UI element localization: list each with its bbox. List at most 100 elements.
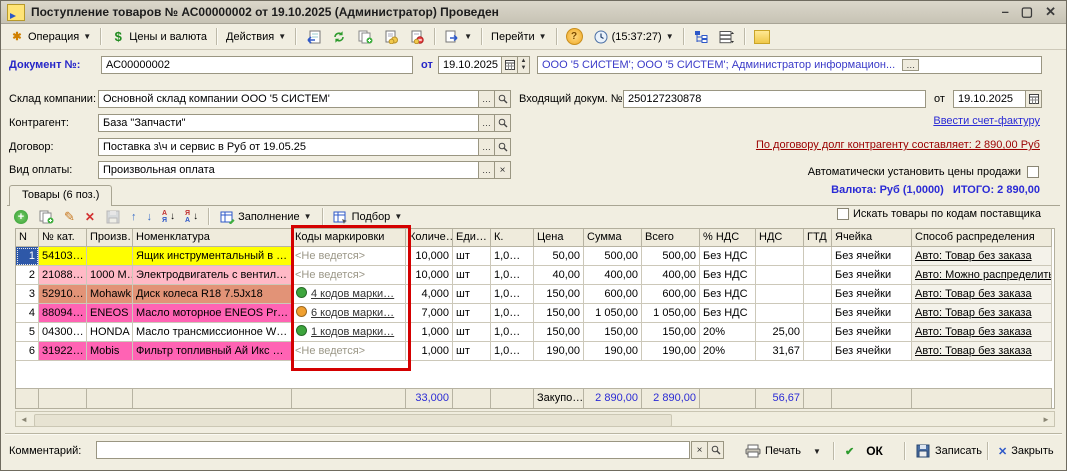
ok-button[interactable]: ✔ ОК (841, 441, 887, 461)
cell-n[interactable]: 6 (16, 342, 39, 361)
table-row[interactable]: 488094…ENEOSМасло моторное ENEOS Pr…6 ко… (16, 304, 1054, 323)
cell-cell[interactable]: Без ячейки (832, 304, 912, 323)
cell-cat[interactable]: 04300… (39, 323, 87, 342)
organization-input[interactable]: ООО '5 СИСТЕМ'; ООО '5 СИСТЕМ'; Админист… (537, 56, 1042, 74)
column-header-name[interactable]: Номенклатура (133, 229, 292, 247)
structure-button[interactable] (689, 27, 713, 47)
distribution-method-link[interactable]: Авто: Можно распределить (912, 266, 1052, 285)
cell-gtd[interactable] (804, 304, 832, 323)
add-row-button[interactable]: + (11, 209, 31, 225)
goto-menu-button[interactable]: Перейти▼ (487, 29, 551, 45)
cell-vat_rate[interactable]: 20% (700, 342, 756, 361)
column-header-gtd[interactable]: ГТД (804, 229, 832, 247)
cell-name[interactable]: Масло трансмиссионное W… (133, 323, 292, 342)
column-header-sum[interactable]: Сумма (584, 229, 642, 247)
payment-select-button[interactable]: … (478, 161, 495, 179)
cell-marking[interactable]: 1 кодов марки… (292, 323, 406, 342)
cell-marking[interactable]: 6 кодов марки… (292, 304, 406, 323)
distribution-method-link[interactable]: Авто: Товар без заказа (912, 342, 1052, 361)
cell-gtd[interactable] (804, 285, 832, 304)
scrollbar-thumb[interactable] (34, 414, 672, 427)
tab-goods[interactable]: Товары (6 поз.) (9, 185, 112, 206)
cell-n[interactable]: 1 (16, 247, 39, 266)
cell-manuf[interactable]: Mobis (87, 342, 133, 361)
cell-k[interactable]: 1,0… (491, 247, 534, 266)
doc-date-input[interactable]: 19.10.2025 (438, 56, 502, 74)
cell-name[interactable]: Электродвигатель с вентил… (133, 266, 292, 285)
contract-select-button[interactable]: … (478, 138, 495, 156)
cell-qty[interactable]: 1,000 (406, 342, 453, 361)
cell-manuf[interactable]: HONDA (87, 323, 133, 342)
table-row[interactable]: 504300…HONDAМасло трансмиссионное W…1 ко… (16, 323, 1054, 342)
cell-cell[interactable]: Без ячейки (832, 247, 912, 266)
counterparty-select-button[interactable]: … (478, 114, 495, 132)
cell-n[interactable]: 3 (16, 285, 39, 304)
organization-select-button[interactable]: … (902, 59, 919, 71)
cell-total[interactable]: 1 050,00 (642, 304, 700, 323)
table-horizontal-scrollbar[interactable]: ◄ ► (15, 411, 1055, 427)
pick-menu-button[interactable]: Подбор▼ (330, 208, 406, 226)
cell-cat[interactable]: 52910… (39, 285, 87, 304)
minimize-button[interactable]: – (1002, 4, 1009, 20)
cell-total[interactable]: 190,00 (642, 342, 700, 361)
incoming-date-input[interactable]: 19.10.2025 (953, 90, 1026, 108)
actions-menu-button[interactable]: Действия▼ (222, 29, 290, 45)
time-button[interactable]: (15:37:27)▼ (589, 27, 678, 47)
column-header-k[interactable]: К. (491, 229, 534, 247)
cell-name[interactable]: Диск колеса R18 7.5Jx18 (133, 285, 292, 304)
cell-sum[interactable]: 190,00 (584, 342, 642, 361)
cell-qty[interactable]: 10,000 (406, 247, 453, 266)
cell-vat[interactable] (756, 304, 804, 323)
column-header-qty[interactable]: Количе… (406, 229, 453, 247)
cell-total[interactable]: 150,00 (642, 323, 700, 342)
column-header-price[interactable]: Цена (534, 229, 584, 247)
cell-marking[interactable]: 4 кодов марки… (292, 285, 406, 304)
cell-vat[interactable] (756, 247, 804, 266)
cell-n[interactable]: 4 (16, 304, 39, 323)
contract-debt-link[interactable]: По договору долг контрагенту составляет:… (756, 139, 1040, 151)
end-edit-button[interactable] (102, 208, 124, 226)
close-window-button[interactable]: ✕ Закрыть (994, 441, 1058, 461)
counterparty-input[interactable]: База "Запчасти" (98, 114, 479, 132)
remember-values-button[interactable] (301, 27, 325, 47)
cell-gtd[interactable] (804, 266, 832, 285)
print-button[interactable]: Печать▼ (741, 441, 825, 461)
move-up-button[interactable]: ↑ (128, 210, 140, 224)
cell-manuf[interactable] (87, 247, 133, 266)
cell-k[interactable]: 1,0… (491, 266, 534, 285)
help-button[interactable]: ? (562, 26, 587, 47)
cell-name[interactable]: Ящик инструментальный в … (133, 247, 292, 266)
cell-unit[interactable]: шт (453, 285, 491, 304)
cell-sum[interactable]: 400,00 (584, 266, 642, 285)
cell-n[interactable]: 2 (16, 266, 39, 285)
cell-cat[interactable]: 54103… (39, 247, 87, 266)
cell-vat_rate[interactable]: Без НДС (700, 247, 756, 266)
marking-codes-link[interactable]: 4 кодов марки… (311, 288, 394, 300)
cell-manuf[interactable]: Mohawk (87, 285, 133, 304)
cell-total[interactable]: 500,00 (642, 247, 700, 266)
cell-price[interactable]: 50,00 (534, 247, 584, 266)
cell-price[interactable]: 150,00 (534, 304, 584, 323)
scroll-right-arrow[interactable]: ► (1038, 415, 1054, 424)
notes-button[interactable] (750, 28, 774, 46)
unpost-document-button[interactable] (405, 27, 429, 47)
column-header-vat_rate[interactable]: % НДС (700, 229, 756, 247)
table-row[interactable]: 631922…MobisФильтр топливный Ай Икс …<Не… (16, 342, 1054, 361)
cell-manuf[interactable]: 1000 М… (87, 266, 133, 285)
cell-qty[interactable]: 10,000 (406, 266, 453, 285)
comment-open-button[interactable] (707, 441, 724, 459)
operation-menu-button[interactable]: ✱ Операция▼ (5, 27, 95, 47)
doc-date-calendar-button[interactable] (501, 56, 518, 74)
cell-cat[interactable]: 88094… (39, 304, 87, 323)
maximize-button[interactable]: ▢ (1021, 4, 1033, 20)
sort-desc-button[interactable]: ЯА ↓ (182, 209, 201, 225)
delete-row-button[interactable]: ✕ (82, 209, 98, 225)
cell-gtd[interactable] (804, 323, 832, 342)
cell-vat_rate[interactable]: Без НДС (700, 304, 756, 323)
cell-sum[interactable]: 150,00 (584, 323, 642, 342)
cell-gtd[interactable] (804, 247, 832, 266)
cell-vat[interactable]: 31,67 (756, 342, 804, 361)
cell-cat[interactable]: 21088… (39, 266, 87, 285)
column-header-cat[interactable]: № кат. (39, 229, 87, 247)
cell-qty[interactable]: 4,000 (406, 285, 453, 304)
